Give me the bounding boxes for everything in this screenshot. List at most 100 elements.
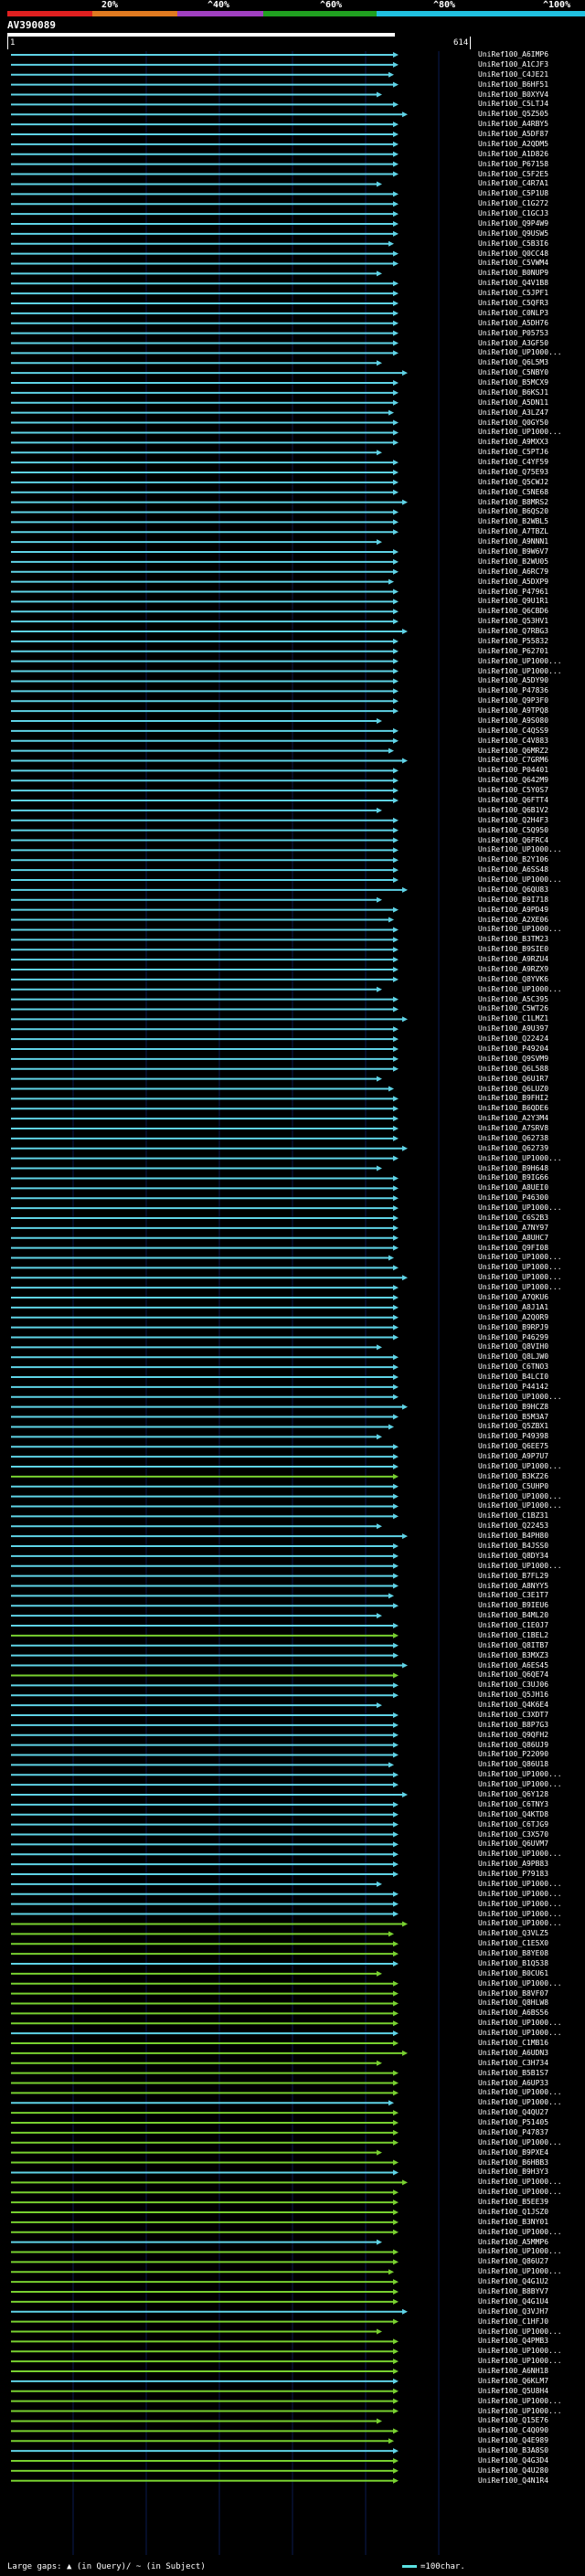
hit-label[interactable]: UniRef100_C1BZ31 [478, 1511, 548, 1521]
hit-label[interactable]: UniRef100_C5LTJ4 [478, 100, 548, 109]
hit-label[interactable]: UniRef100_C1E5X0 [478, 1939, 548, 1948]
hit-label[interactable]: UniRef100_UP1000... [478, 1393, 562, 1402]
hit-label[interactable]: UniRef100_UP1000... [478, 2178, 562, 2187]
hit-label[interactable]: UniRef100_P46300 [478, 1193, 548, 1203]
hit-label[interactable]: UniRef100_B7FL29 [478, 1572, 548, 1581]
hit-label[interactable]: UniRef100_C5WT26 [478, 1004, 548, 1013]
hit-label[interactable]: UniRef100_Q4G1U4 [478, 2297, 548, 2306]
hit-label[interactable]: UniRef100_B0CU61 [478, 1969, 548, 1978]
hit-label[interactable]: UniRef100_Q5JH16 [478, 1691, 548, 1700]
hit-label[interactable]: UniRef100_UP1000... [478, 2019, 562, 2028]
hit-label[interactable]: UniRef100_Q86U18 [478, 1760, 548, 1769]
hit-label[interactable]: UniRef100_UP1000... [478, 1890, 562, 1899]
hit-label[interactable]: UniRef100_A5C395 [478, 995, 548, 1004]
hit-label[interactable]: UniRef100_B9H3Y3 [478, 2168, 548, 2177]
hit-label[interactable]: UniRef100_A6IMP6 [478, 50, 548, 59]
hit-label[interactable]: UniRef100_Q5ZBX1 [478, 1422, 548, 1431]
hit-label[interactable]: UniRef100_B6HBB3 [478, 2158, 548, 2168]
hit-label[interactable]: UniRef100_UP1000... [478, 348, 562, 357]
hit-label[interactable]: UniRef100_C3UJ06 [478, 1680, 548, 1690]
hit-label[interactable]: UniRef100_Q9U1R1 [478, 597, 548, 606]
hit-label[interactable]: UniRef100_UP1000... [478, 1900, 562, 1909]
hit-label[interactable]: UniRef100_Q6KLM7 [478, 2377, 548, 2386]
hit-label[interactable]: UniRef100_A5DF87 [478, 130, 548, 139]
hit-label[interactable]: UniRef100_UP1000... [478, 1263, 562, 1272]
hit-label[interactable]: UniRef100_UP1000... [478, 2088, 562, 2097]
hit-label[interactable]: UniRef100_Q86U27 [478, 2257, 548, 2266]
hit-label[interactable]: UniRef100_A2Q0R9 [478, 1313, 548, 1322]
hit-label[interactable]: UniRef100_A9PD49 [478, 906, 548, 915]
hit-label[interactable]: UniRef100_B8YE08 [478, 1949, 548, 1958]
hit-label[interactable]: UniRef100_C6S2B3 [478, 1214, 548, 1223]
hit-label[interactable]: UniRef100_UP1000... [478, 875, 562, 885]
hit-label[interactable]: UniRef100_C7GRM6 [478, 756, 548, 765]
hit-label[interactable]: UniRef100_Q8ITB7 [478, 1641, 548, 1650]
hit-label[interactable]: UniRef100_Q62739 [478, 1144, 548, 1153]
hit-label[interactable]: UniRef100_B1Q538 [478, 1959, 548, 1968]
hit-label[interactable]: UniRef100_B4JSS0 [478, 1542, 548, 1551]
hit-label[interactable]: UniRef100_A7TBZL [478, 527, 548, 536]
hit-label[interactable]: UniRef100_UP1000... [478, 1154, 562, 1163]
hit-label[interactable]: UniRef100_A4RBY5 [478, 120, 548, 129]
hit-label[interactable]: UniRef100_C6TNO3 [478, 1362, 548, 1372]
hit-label[interactable]: UniRef100_A9U397 [478, 1024, 548, 1034]
hit-label[interactable]: UniRef100_Q9P3F0 [478, 696, 548, 705]
hit-label[interactable]: UniRef100_Q3VJH7 [478, 2307, 548, 2316]
hit-label[interactable]: UniRef100_C1E0J7 [478, 1621, 548, 1630]
hit-label[interactable]: UniRef100_B8BYV7 [478, 2287, 548, 2296]
hit-label[interactable]: UniRef100_B3NY01 [478, 2218, 548, 2227]
hit-label[interactable]: UniRef100_A1CJF3 [478, 60, 548, 69]
hit-label[interactable]: UniRef100_B9SIE0 [478, 945, 548, 954]
hit-label[interactable]: UniRef100_C3E1T7 [478, 1591, 548, 1600]
hit-label[interactable]: UniRef100_C1BEL2 [478, 1631, 548, 1640]
hit-label[interactable]: UniRef100_UP1000... [478, 1880, 562, 1889]
hit-label[interactable]: UniRef100_C3X570 [478, 1830, 548, 1839]
hit-label[interactable]: UniRef100_Q6UVM7 [478, 1839, 548, 1849]
hit-label[interactable]: UniRef100_P46299 [478, 1333, 548, 1342]
hit-label[interactable]: UniRef100_Q4K6E4 [478, 1701, 548, 1710]
hit-label[interactable]: UniRef100_A9RZU4 [478, 955, 548, 964]
hit-label[interactable]: UniRef100_UP1000... [478, 657, 562, 666]
hit-label[interactable]: UniRef100_B9IG66 [478, 1173, 548, 1182]
hit-label[interactable]: UniRef100_Q6MRZ2 [478, 747, 548, 756]
hit-label[interactable]: UniRef100_Q642M9 [478, 776, 548, 785]
hit-label[interactable]: UniRef100_B6HF51 [478, 80, 548, 90]
hit-label[interactable]: UniRef100_UP1000... [478, 1850, 562, 1859]
hit-label[interactable]: UniRef100_B8VF07 [478, 1989, 548, 1998]
hit-label[interactable]: UniRef100_Q6L5M3 [478, 358, 548, 367]
hit-label[interactable]: UniRef100_UP1000... [478, 667, 562, 676]
hit-label[interactable]: UniRef100_Q62738 [478, 1134, 548, 1143]
hit-label[interactable]: UniRef100_UP1000... [478, 1273, 562, 1282]
hit-label[interactable]: UniRef100_Q5CWJ2 [478, 478, 548, 487]
hit-label[interactable]: UniRef100_UP1000... [478, 2188, 562, 2197]
hit-label[interactable]: UniRef100_B9PXE4 [478, 2148, 548, 2157]
hit-label[interactable]: UniRef100_C5F2E5 [478, 170, 548, 179]
hit-label[interactable]: UniRef100_B5MCX9 [478, 378, 548, 387]
hit-label[interactable]: UniRef100_UP1000... [478, 2029, 562, 2038]
hit-label[interactable]: UniRef100_P55832 [478, 637, 548, 646]
hit-label[interactable]: UniRef100_Q6U1R7 [478, 1075, 548, 1084]
hit-label[interactable]: UniRef100_Q9FI08 [478, 1244, 548, 1253]
hit-label[interactable]: UniRef100_C5VWM4 [478, 259, 548, 268]
hit-label[interactable]: UniRef100_Q5U8H4 [478, 2387, 548, 2396]
hit-label[interactable]: UniRef100_Q7RBG3 [478, 627, 548, 636]
hit-label[interactable]: UniRef100_A9P7U7 [478, 1452, 548, 1461]
hit-label[interactable]: UniRef100_A6UP33 [478, 2079, 548, 2088]
hit-label[interactable]: UniRef100_P49204 [478, 1044, 548, 1054]
hit-label[interactable]: UniRef100_UP1000... [478, 1501, 562, 1511]
hit-label[interactable]: UniRef100_UP1000... [478, 2347, 562, 2356]
hit-label[interactable]: UniRef100_Q0CC48 [478, 249, 548, 259]
hit-label[interactable]: UniRef100_Q22453 [478, 1521, 548, 1531]
hit-label[interactable]: UniRef100_P47836 [478, 686, 548, 695]
hit-label[interactable]: UniRef100_UP1000... [478, 1253, 562, 1262]
hit-label[interactable]: UniRef100_C4V883 [478, 737, 548, 746]
hit-label[interactable]: UniRef100_UP1000... [478, 2357, 562, 2366]
hit-label[interactable]: UniRef100_A3GF50 [478, 339, 548, 348]
hit-label[interactable]: UniRef100_B5EE39 [478, 2198, 548, 2207]
hit-label[interactable]: UniRef100_B2Y106 [478, 855, 548, 864]
hit-label[interactable]: UniRef100_UP1000... [478, 2407, 562, 2416]
hit-label[interactable]: UniRef100_B2WBL5 [478, 517, 548, 526]
hit-label[interactable]: UniRef100_Q9USW5 [478, 229, 548, 239]
hit-label[interactable]: UniRef100_Q4N1R4 [478, 2476, 548, 2486]
hit-label[interactable]: UniRef100_C4R7A1 [478, 179, 548, 188]
